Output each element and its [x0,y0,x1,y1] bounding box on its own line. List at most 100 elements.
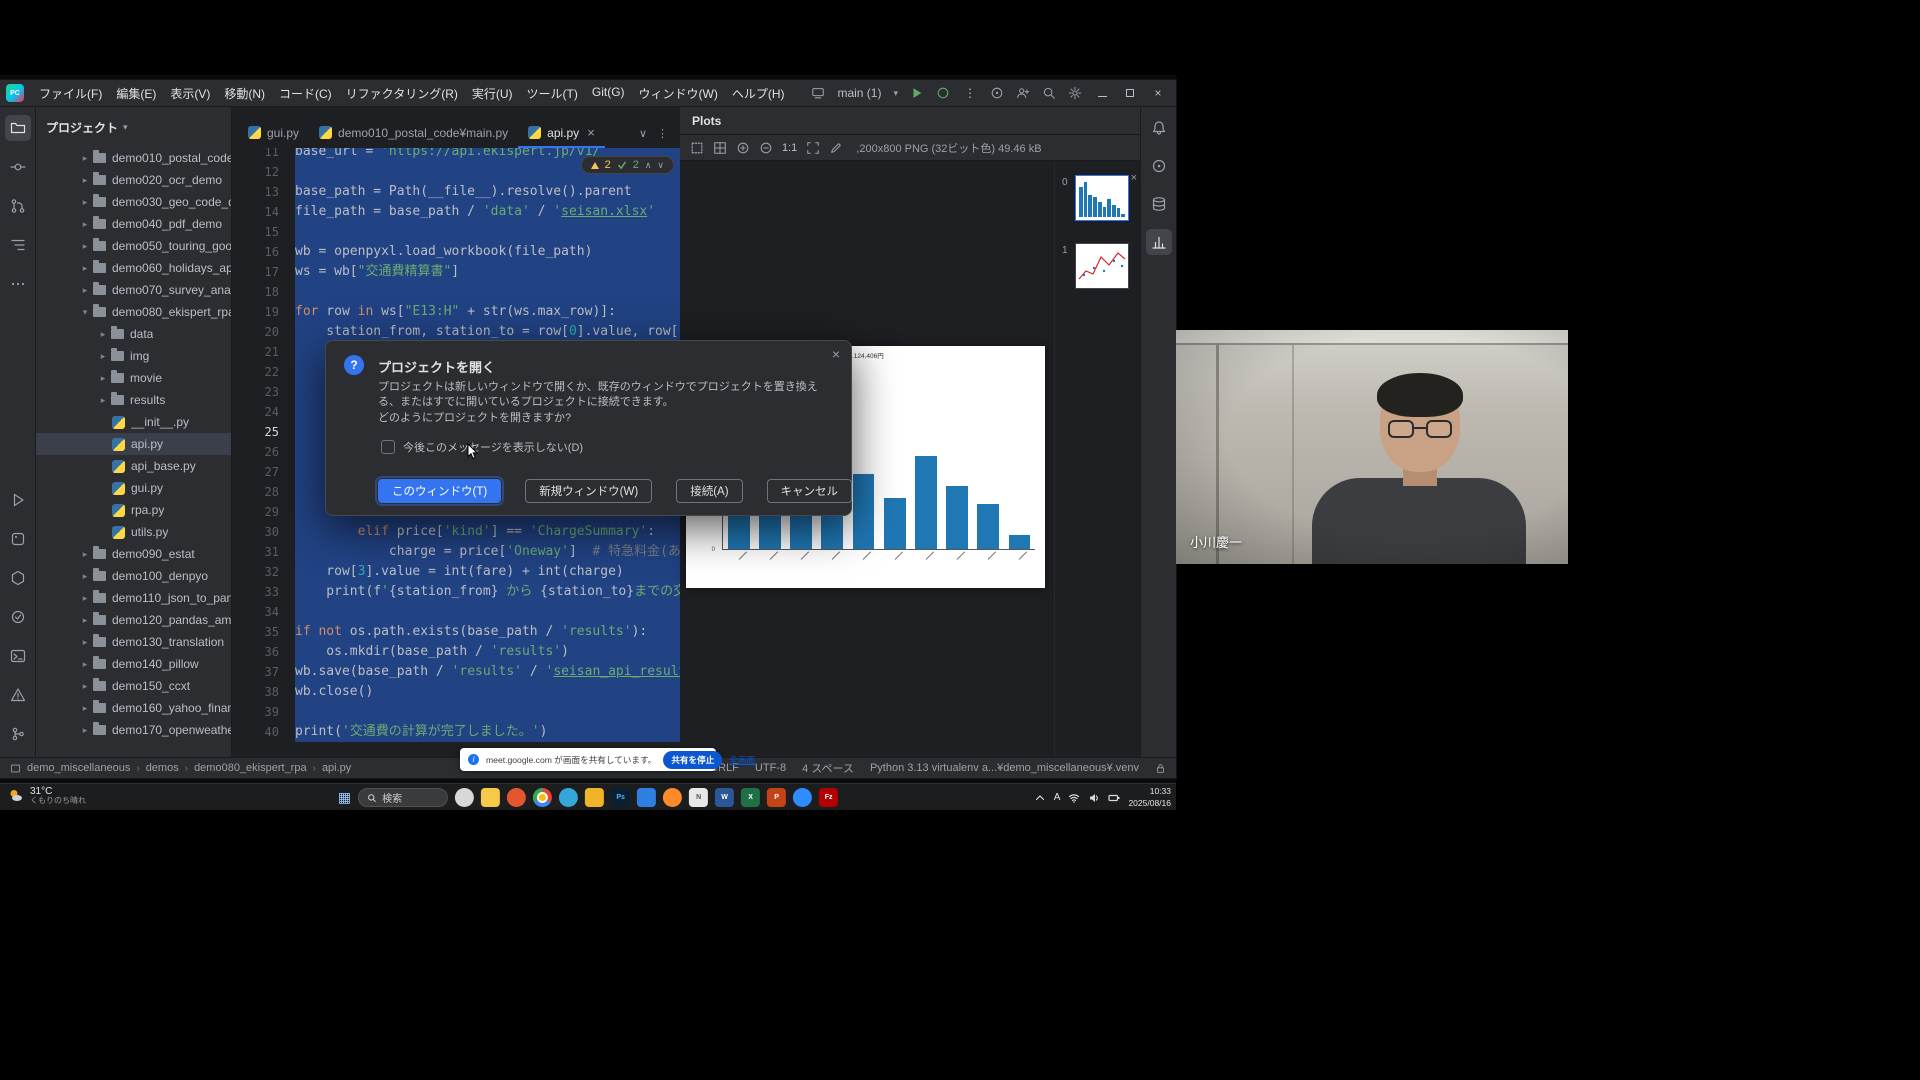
run-config-label[interactable]: main (1) [837,86,881,100]
tree-item-gui.py[interactable]: gui.py [36,477,231,499]
breadcrumb-item[interactable]: demo_miscellaneous [27,762,130,774]
ai-assistant-icon[interactable] [1146,153,1172,179]
database-tool-button[interactable] [1146,191,1172,217]
fit-to-view-icon[interactable] [806,141,820,155]
plots-tool-button[interactable] [1146,229,1172,255]
breadcrumb-item[interactable]: demo080_ekispert_rpa [194,762,307,774]
thumbnail-row-0[interactable]: 0 × [1055,175,1140,221]
edit-icon[interactable] [829,141,843,155]
menu-item[interactable]: 表示(V) [163,82,217,105]
minimize-button[interactable] [1094,86,1110,100]
speaker-icon[interactable] [1088,792,1100,804]
taskbar-icon-media-player[interactable] [507,788,526,807]
menu-item[interactable]: Git(G) [585,82,632,105]
breadcrumb-item[interactable]: demos [146,762,179,774]
tree-item-results[interactable]: ▸results [36,389,231,411]
taskbar-icon-explorer[interactable] [481,788,500,807]
chevron-right-icon[interactable]: ▸ [78,219,92,230]
chevron-right-icon[interactable]: ▸ [78,241,92,252]
chevron-right-icon[interactable]: ▸ [78,571,92,582]
clock-widget[interactable]: 10:33 2025/08/16 [1128,786,1171,808]
ime-indicator[interactable]: A [1054,792,1061,803]
chevron-right-icon[interactable]: ▸ [78,637,92,648]
chevron-down-icon[interactable]: ∨ [639,127,647,140]
chevron-right-icon[interactable]: ▸ [78,593,92,604]
problems-tool-button[interactable] [5,682,31,708]
chevron-right-icon[interactable]: ▸ [78,153,92,164]
tree-item-demo110_json_to_pan...[interactable]: ▸demo110_json_to_pan... [36,587,231,609]
taskbar-icon-zoom[interactable] [793,788,812,807]
commit-tool-button[interactable] [5,154,31,180]
next-problem-icon[interactable]: ∨ [657,160,664,171]
tree-item-api.py[interactable]: api.py [36,433,231,455]
tree-item-demo100_denpyo[interactable]: ▸demo100_denpyo [36,565,231,587]
checkbox[interactable] [381,440,395,454]
python-packages-tool-button[interactable] [5,526,31,552]
tree-item-demo080_ekispert_rpa[interactable]: ▾demo080_ekispert_rpa [36,301,231,323]
inspections-widget[interactable]: 2 2 ∧ ∨ [581,156,674,174]
search-icon[interactable] [1042,86,1056,100]
tree-item-demo020_ocr_demo[interactable]: ▸demo020_ocr_demo [36,169,231,191]
tree-item-demo140_pillow[interactable]: ▸demo140_pillow [36,653,231,675]
battery-icon[interactable] [1108,792,1120,804]
tree-item-img[interactable]: ▸img [36,345,231,367]
weather-widget[interactable]: 31°C くもりのち晴れ [7,786,86,806]
taskbar-icon-folder[interactable] [585,788,604,807]
more-icon[interactable]: ⋮ [657,127,668,140]
settings-gear-icon[interactable] [1068,86,1082,100]
thumb1-canvas[interactable] [1075,243,1129,289]
lock-icon[interactable] [1155,763,1166,774]
tree-item-demo060_holidays_ap...[interactable]: ▸demo060_holidays_ap... [36,257,231,279]
structure-tool-button[interactable] [5,232,31,258]
chevron-right-icon[interactable]: ▸ [78,175,92,186]
breadcrumb-item[interactable]: api.py [322,762,351,774]
prev-problem-icon[interactable]: ∧ [645,160,652,171]
selection-tool-icon[interactable] [690,141,704,155]
chevron-right-icon[interactable]: ▸ [78,263,92,274]
chevron-right-icon[interactable]: ▸ [78,703,92,714]
services-tool-button[interactable] [5,565,31,591]
taskbar-icon-chrome[interactable] [533,788,552,807]
menu-item[interactable]: ウィンドウ(W) [632,82,725,105]
more-actions-icon[interactable]: ⋮ [962,86,978,100]
chevron-right-icon[interactable]: ▸ [78,285,92,296]
tree-item-rpa.py[interactable]: rpa.py [36,499,231,521]
menu-item[interactable]: 実行(U) [465,82,520,105]
chevron-down-icon[interactable]: ▾ [123,122,128,133]
tree-item-movie[interactable]: ▸movie [36,367,231,389]
add-user-icon[interactable] [1016,86,1030,100]
tree-item-api_base.py[interactable]: api_base.py [36,455,231,477]
taskbar-icon-excel[interactable]: X [741,788,760,807]
this-window-button[interactable]: このウィンドウ(T) [378,479,501,503]
fullscreen-link[interactable]: 全画面 [729,754,755,766]
grid-icon[interactable] [713,141,727,155]
plots-panel-header[interactable]: Plots [680,107,1140,135]
taskbar-icon-edge[interactable] [559,788,578,807]
chevron-down-icon[interactable]: ▾ [78,307,92,318]
tree-item-demo160_yahoo_finan...[interactable]: ▸demo160_yahoo_finan... [36,697,231,719]
zoom-in-icon[interactable] [736,141,750,155]
tree-item-demo130_translation[interactable]: ▸demo130_translation [36,631,231,653]
cancel-button[interactable]: キャンセル [767,479,853,503]
chevron-right-icon[interactable]: ▸ [78,681,92,692]
menu-item[interactable]: 移動(N) [217,82,272,105]
dialog-close-icon[interactable]: × [832,346,840,362]
tree-item-demo070_survey_anal...[interactable]: ▸demo070_survey_anal... [36,279,231,301]
tab-api.py[interactable]: api.py× [518,119,605,148]
chevron-right-icon[interactable]: ▸ [96,395,110,406]
wifi-icon[interactable] [1068,792,1080,804]
taskbar-icon-photoshop[interactable]: Ps [611,788,630,807]
chevron-right-icon[interactable]: ▸ [78,197,92,208]
tree-item-demo170_openweathe...[interactable]: ▸demo170_openweathe... [36,719,231,741]
project-panel-header[interactable]: プロジェクト ▾ [36,115,231,139]
menu-item[interactable]: ファイル(F) [32,82,109,105]
close-icon[interactable]: × [1131,172,1137,184]
close-button[interactable]: × [1150,86,1166,100]
taskbar-icon-filezilla[interactable]: Fz [819,788,838,807]
pycharm-logo-icon[interactable]: PC [6,84,24,102]
taskbar-icon-powerpoint[interactable]: P [767,788,786,807]
tray-expand-icon[interactable] [1034,792,1046,804]
chevron-right-icon[interactable]: ▸ [78,615,92,626]
menu-item[interactable]: コード(C) [272,82,339,105]
run-tool-button[interactable] [5,487,31,513]
